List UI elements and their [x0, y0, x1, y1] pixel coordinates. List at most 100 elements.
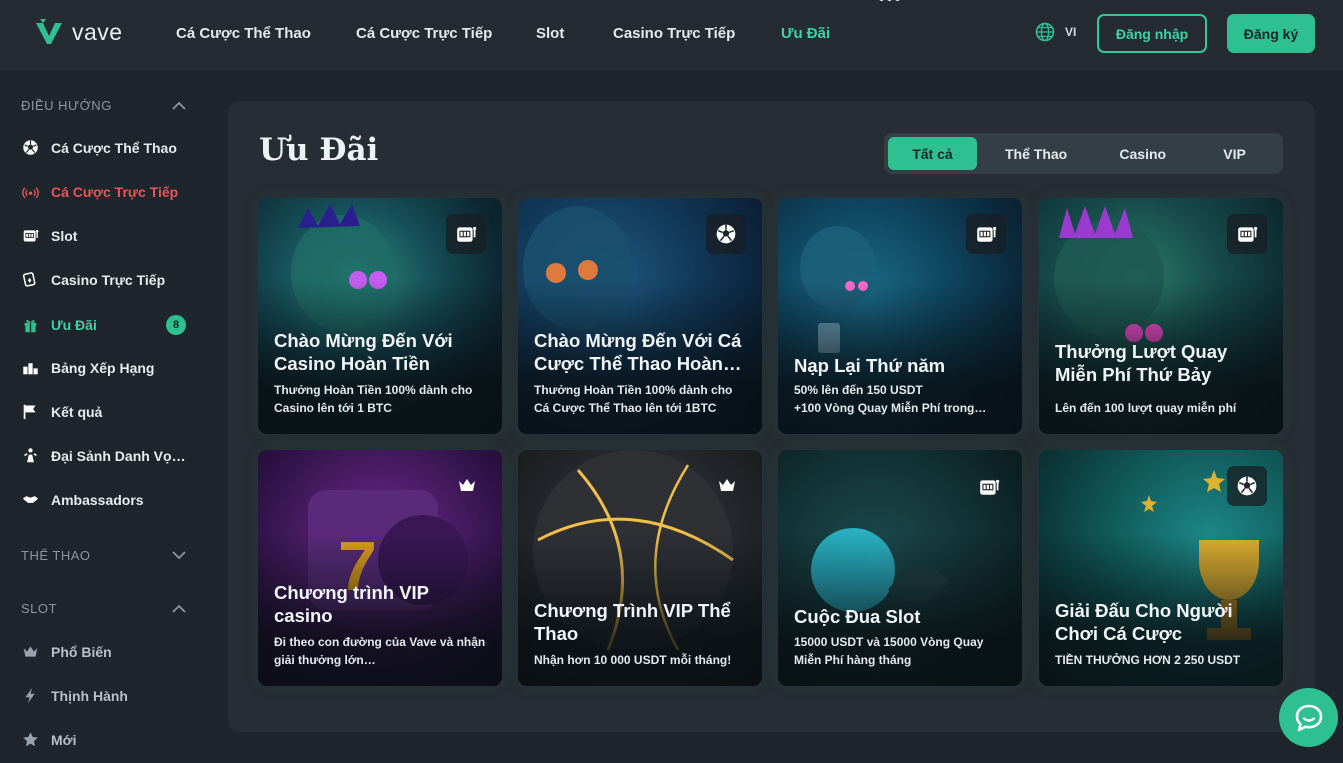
sidebar-item-label: Cá Cược Trực Tiếp — [51, 183, 179, 200]
chevron-up-icon — [172, 604, 186, 613]
promo-card-description: Đi theo con đường của Vave và nhận giải … — [274, 635, 486, 667]
handshake-icon — [22, 491, 39, 508]
sidebar-section-navigation[interactable]: ĐIỀU HƯỚNG — [21, 98, 186, 113]
promo-card-title: Chương Trình VIP Thể Thao — [534, 600, 731, 644]
promo-card-title-line: Chào Mừng Đến Với Cá Cược Thể Thao Hoàn… — [534, 329, 748, 375]
globe-icon — [1035, 22, 1055, 42]
promo-card-description: TIỀN THƯỞNG HƠN 2 250 USDT — [1055, 653, 1241, 667]
sidebar: ĐIỀU HƯỚNG Cá Cược Thể Thao Cá Cược Trực… — [0, 70, 210, 763]
sidebar-item-label: Ambassadors — [51, 491, 144, 508]
nav-live-casino[interactable]: Casino Trực Tiếp — [613, 25, 735, 42]
nav-live-betting[interactable]: Cá Cược Trực Tiếp — [356, 25, 492, 42]
sidebar-item-label: Thịnh Hành — [51, 687, 128, 704]
promo-card-sports-cashback[interactable]: Chào Mừng Đến Với Cá Cược Thể Thao Hoàn…… — [518, 198, 762, 434]
flag-icon — [22, 403, 39, 420]
chat-bubble-icon — [1295, 704, 1322, 731]
section-title: ĐIỀU HƯỚNG — [21, 98, 112, 113]
gift-icon — [22, 317, 39, 334]
promo-card-description: Lên đến 100 lượt quay miễn phí — [1055, 401, 1237, 415]
promo-card-bettor-tournament[interactable]: Giải Đấu Cho Người Chơi Cá Cược TIỀN THƯ… — [1039, 450, 1283, 686]
sidebar-item-new[interactable]: Mới — [22, 731, 192, 748]
crown-icon — [456, 474, 478, 496]
soccer-ball-icon — [1227, 466, 1267, 506]
top-navigation-bar: vave Cá Cược Thể Thao Cá Cược Trực Tiếp … — [0, 0, 1343, 70]
soccer-ball-icon — [706, 214, 746, 254]
language-selector[interactable]: VI — [1035, 22, 1076, 42]
tab-sports[interactable]: Thể Thao — [977, 137, 1095, 170]
vave-logo-icon — [36, 19, 62, 44]
sidebar-item-trending[interactable]: Thịnh Hành — [22, 687, 192, 704]
promo-card-title: Chào Mừng Đến Với Casino Hoàn Tiền — [274, 330, 453, 374]
sidebar-section-sport[interactable]: THỂ THAO — [21, 548, 186, 563]
sidebar-item-label: Slot — [51, 227, 78, 244]
slot-machine-icon — [446, 214, 486, 254]
promo-card-description-line-1: 50% lên đến 150 USDT — [794, 383, 923, 397]
leaderboard-icon — [22, 359, 39, 376]
login-button[interactable]: Đăng nhập — [1097, 14, 1207, 53]
poker-chip-icon — [22, 271, 39, 288]
live-chat-button[interactable] — [1279, 688, 1338, 747]
slot-machine-icon — [1227, 214, 1267, 254]
sidebar-item-sports-betting[interactable]: Cá Cược Thể Thao — [22, 139, 192, 156]
chevron-up-icon — [172, 101, 186, 110]
live-broadcast-icon — [22, 183, 39, 200]
language-code: VI — [1065, 25, 1077, 39]
nav-promotions[interactable]: Ưu Đãi — [781, 25, 830, 42]
sidebar-item-leaderboard[interactable]: Bảng Xếp Hạng — [22, 359, 192, 376]
tab-all[interactable]: Tất cả — [888, 137, 977, 170]
chevron-down-icon — [172, 551, 186, 560]
promo-card-thursday-reload[interactable]: Nạp Lại Thứ năm 50% lên đến 150 USDT +10… — [778, 198, 1022, 434]
promo-card-title: Chào Mừng Đến Với Cá Cược Thể Thao Hoàn… — [534, 330, 742, 374]
slot-machine-icon — [966, 214, 1006, 254]
nav-slot[interactable]: Slot — [536, 25, 564, 42]
crown-icon — [22, 643, 39, 660]
vave-logo[interactable]: vave — [34, 17, 123, 47]
sidebar-item-results[interactable]: Kết quả — [22, 403, 192, 420]
sidebar-item-ambassadors[interactable]: Ambassadors — [22, 491, 192, 508]
promo-card-title: Thưởng Lượt Quay Miễn Phí Thứ Bảy — [1055, 341, 1228, 385]
promotions-panel: Ưu Đãi Tất cả Thể Thao Casino VIP Chào M… — [228, 101, 1315, 732]
promo-card-title: Giải Đấu Cho Người Chơi Cá Cược — [1055, 600, 1233, 644]
sidebar-item-live-casino[interactable]: Casino Trực Tiếp — [22, 271, 192, 288]
sidebar-item-popular[interactable]: Phổ Biến — [22, 643, 192, 660]
sidebar-item-label: Casino Trực Tiếp — [51, 271, 166, 288]
promo-card-vip-sports[interactable]: Chương Trình VIP Thể Thao Nhận hơn 10 00… — [518, 450, 762, 686]
sidebar-item-promotions[interactable]: Ưu Đãi 8 — [22, 315, 192, 335]
promo-card-casino-cashback[interactable]: Chào Mừng Đến Với Casino Hoàn Tiền Thưởn… — [258, 198, 502, 434]
sidebar-item-label: Phổ Biến — [51, 643, 112, 660]
slot-machine-icon — [976, 474, 1002, 500]
promo-card-description: 15000 USDT và 15000 Vòng Quay Miễn Phí h… — [794, 635, 984, 667]
tab-casino[interactable]: Casino — [1095, 137, 1190, 170]
more-menu-icon[interactable]: ••• — [878, 0, 902, 11]
register-button[interactable]: Đăng ký — [1227, 14, 1315, 53]
sidebar-item-label: Kết quả — [51, 403, 103, 420]
page-title: Ưu Đãi — [259, 132, 379, 168]
promo-card-title: Cuộc Đua Slot — [794, 606, 921, 627]
crown-icon — [716, 474, 738, 496]
sidebar-item-label: Mới — [51, 731, 77, 748]
star-icon — [22, 731, 39, 748]
slot-machine-icon — [22, 227, 39, 244]
promo-card-title: Chương trình VIP casino — [274, 582, 429, 626]
sidebar-item-label: Ưu Đãi — [51, 317, 97, 333]
promo-card-title: Nạp Lại Thứ năm — [794, 355, 946, 376]
promo-card-saturday-free-spins[interactable]: Thưởng Lượt Quay Miễn Phí Thứ Bảy Lên đế… — [1039, 198, 1283, 434]
sidebar-item-hall-of-fame[interactable]: Đại Sảnh Danh Vọng — [22, 447, 192, 464]
section-title: SLOT — [21, 601, 57, 616]
nav-sports-betting[interactable]: Cá Cược Thể Thao — [176, 25, 311, 42]
promotions-count-badge: 8 — [166, 315, 186, 335]
soccer-ball-icon — [22, 139, 39, 156]
sidebar-item-label: Đại Sảnh Danh Vọng — [51, 447, 186, 464]
lightning-icon — [22, 687, 39, 704]
sidebar-item-label: Bảng Xếp Hạng — [51, 359, 155, 376]
sidebar-item-live-betting[interactable]: Cá Cược Trực Tiếp — [22, 183, 192, 200]
sidebar-section-slot[interactable]: SLOT — [21, 601, 186, 616]
promotion-filter-tabs: Tất cả Thể Thao Casino VIP — [884, 133, 1283, 174]
promo-card-slot-race[interactable]: Cuộc Đua Slot 15000 USDT và 15000 Vòng Q… — [778, 450, 1022, 686]
sidebar-item-slot[interactable]: Slot — [22, 227, 192, 244]
promo-card-description: Thưởng Hoàn Tiền 100% dành cho Cá Cược T… — [534, 383, 733, 415]
promo-card-description: Thưởng Hoàn Tiền 100% dành cho Casino lê… — [274, 383, 473, 415]
tab-vip[interactable]: VIP — [1190, 137, 1279, 170]
promo-card-description: Nhận hơn 10 000 USDT mỗi tháng! — [534, 653, 732, 667]
promo-card-vip-casino[interactable]: 7 Chương trình VIP casino Đi theo con đư… — [258, 450, 502, 686]
